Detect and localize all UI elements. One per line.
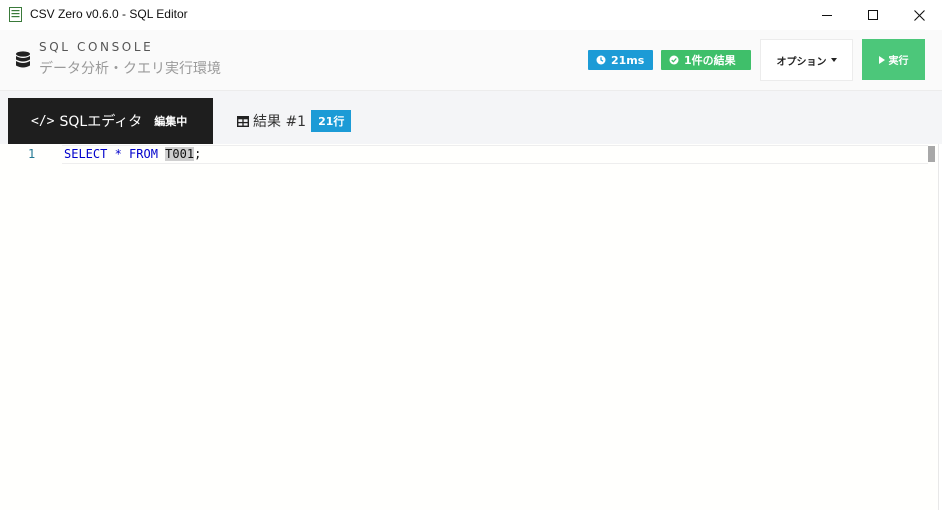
app-header: SQL CONSOLE データ分析・クエリ実行環境 21ms 1件の結果 オプシ… — [0, 30, 942, 91]
sql-code-editor[interactable]: 1 SELECT * FROM T001; — [0, 144, 942, 510]
brand-subtitle: データ分析・クエリ実行環境 — [39, 61, 221, 77]
code-icon: </> — [31, 113, 55, 129]
timing-badge: 21ms — [588, 50, 653, 70]
window-title: CSV Zero v0.6.0 - SQL Editor — [30, 7, 188, 21]
brand-title: SQL CONSOLE — [39, 40, 154, 54]
tab-result-1[interactable]: 結果 #1 21行 — [237, 110, 352, 132]
database-icon — [16, 51, 30, 68]
check-circle-icon — [669, 55, 679, 65]
vertical-scrollbar[interactable] — [938, 144, 942, 510]
caret-down-icon — [830, 58, 837, 62]
close-button[interactable] — [896, 0, 942, 30]
result-count-value: 1件の結果 — [684, 54, 736, 67]
options-label: オプション — [776, 56, 827, 68]
tab-sql-editor[interactable]: </> SQLエディタ 編集中 — [8, 98, 213, 144]
scrollbar-thumb[interactable] — [928, 146, 935, 162]
run-label: 実行 — [888, 56, 909, 67]
timing-value: 21ms — [611, 53, 645, 67]
result-count-badge: 1件の結果 — [661, 50, 751, 70]
maximize-icon — [868, 10, 878, 20]
line-number: 1 — [28, 147, 36, 161]
app-icon — [9, 7, 22, 22]
table-name-selection: T001 — [165, 147, 195, 161]
tab-result-label: 結果 #1 — [253, 114, 307, 130]
table-icon — [237, 115, 249, 127]
clock-icon — [596, 55, 606, 65]
sql-keywords: SELECT * FROM — [64, 147, 166, 161]
code-line-1[interactable]: SELECT * FROM T001; — [64, 147, 201, 161]
close-icon — [913, 9, 925, 21]
editing-tag: 編集中 — [154, 115, 188, 128]
tabs-bar: </> SQLエディタ 編集中 結果 #1 21行 — [0, 91, 942, 144]
statement-terminator: ; — [194, 147, 202, 161]
minimize-icon — [822, 15, 832, 16]
row-count-badge: 21行 — [311, 110, 352, 132]
run-button[interactable]: 実行 — [862, 39, 925, 80]
options-button[interactable]: オプション — [760, 39, 853, 81]
title-bar: CSV Zero v0.6.0 - SQL Editor — [0, 0, 942, 30]
play-icon — [878, 55, 885, 64]
maximize-button[interactable] — [850, 0, 896, 30]
tab-sql-editor-label: SQLエディタ — [59, 114, 143, 130]
minimize-button[interactable] — [804, 0, 850, 30]
